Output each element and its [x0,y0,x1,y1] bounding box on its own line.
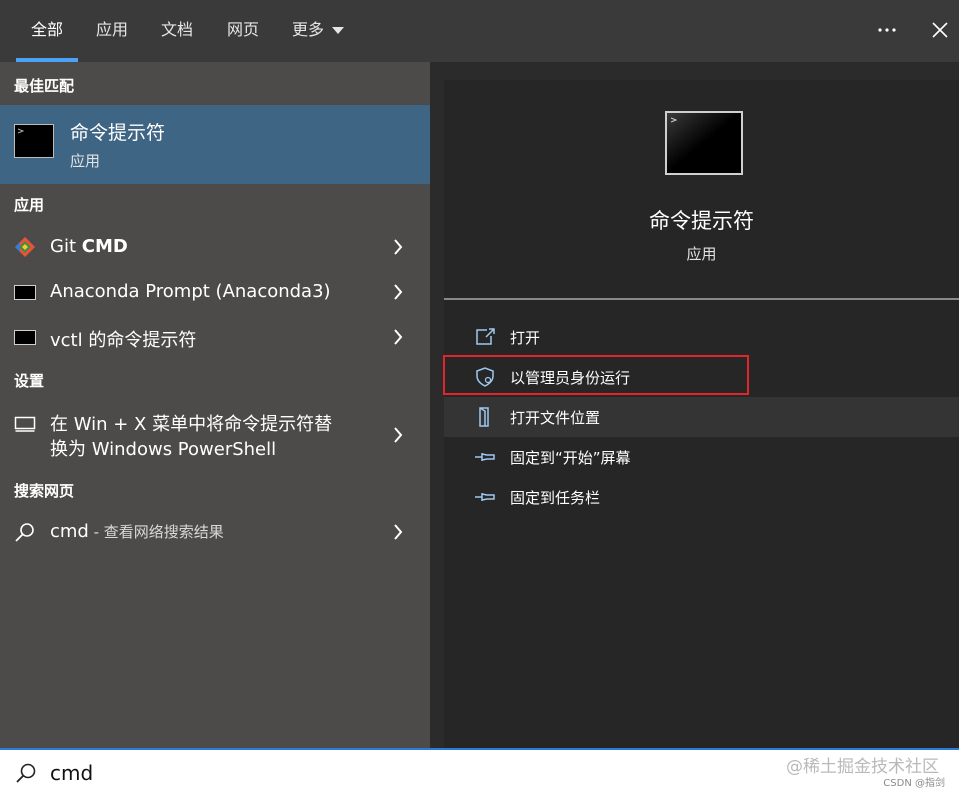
app-item-anaconda[interactable]: Anaconda Prompt (Anaconda3) [0,273,430,311]
action-open[interactable]: 打开 [444,317,959,357]
action-open-file-location-label: 打开文件位置 [510,409,601,427]
action-open-file-location[interactable]: 打开文件位置 [444,397,959,437]
chevron-right-icon[interactable] [392,237,404,257]
action-run-as-admin-label: 以管理员身份运行 [510,369,631,387]
tab-documents[interactable]: 文档 [161,18,193,42]
section-web: 搜索网页 [14,482,75,500]
more-icon[interactable] [875,18,899,42]
best-match-title: 命令提示符 [70,122,166,144]
chevron-right-icon[interactable] [392,327,404,347]
best-match-subtitle: 应用 [70,152,101,170]
git-label-prefix: Git [50,236,82,257]
action-pin-to-start[interactable]: 固定到“开始”屏幕 [444,437,959,477]
pin-icon [474,447,496,467]
file-location-icon [474,407,496,427]
tab-all[interactable]: 全部 [31,18,63,42]
search-input[interactable] [50,758,650,788]
app-item-git-cmd[interactable]: Git CMD [0,228,430,266]
watermark-sub: CSDN @指剑 [883,778,945,789]
terminal-icon [14,330,36,345]
tab-apps[interactable]: 应用 [96,18,128,42]
search-icon [14,521,36,543]
search-header: 全部 应用 文档 网页 更多 [0,0,959,62]
best-match-item[interactable]: 命令提示符 应用 [0,105,430,184]
app-item-anaconda-label: Anaconda Prompt (Anaconda3) [50,281,331,302]
chevron-right-icon[interactable] [392,425,404,445]
preview-title: 命令提示符 [649,209,754,233]
caret-down-icon [332,27,345,34]
action-open-label: 打开 [510,329,541,347]
terminal-icon [14,124,54,158]
search-bar[interactable]: @稀土掘金技术社区 CSDN @指剑 [0,748,959,795]
chevron-right-icon[interactable] [392,522,404,542]
app-item-vctl[interactable]: vctl 的命令提示符 [0,318,430,356]
chevron-right-icon[interactable] [392,282,404,302]
shield-icon [474,367,496,387]
app-item-git-cmd-label: Git CMD [50,236,128,257]
web-item-suffix: - 查看网络搜索结果 [88,523,224,541]
pin-icon [474,487,496,507]
section-apps: 应用 [14,196,45,214]
terminal-icon [665,111,743,175]
action-pin-to-start-label: 固定到“开始”屏幕 [510,449,631,467]
divider [444,298,959,300]
search-icon [14,761,38,785]
git-label-bold: CMD [81,236,128,257]
web-item-query: cmd [50,521,89,542]
settings-item-line2: 换为 Windows PowerShell [50,439,277,460]
tab-web[interactable]: 网页 [227,18,259,42]
action-run-as-admin[interactable]: 以管理员身份运行 [444,357,959,397]
git-icon [14,236,36,258]
settings-item-replace-cmd[interactable]: 在 Win + X 菜单中将命令提示符替 换为 Windows PowerShe… [0,404,430,464]
web-item-label: cmd - 查看网络搜索结果 [50,521,224,542]
action-pin-to-taskbar-label: 固定到任务栏 [510,489,601,507]
terminal-icon [14,285,36,300]
settings-item-line1: 在 Win + X 菜单中将命令提示符替 [50,414,333,435]
open-icon [474,327,496,347]
close-icon[interactable] [928,18,952,42]
preview-subtitle: 应用 [686,245,717,263]
action-pin-to-taskbar[interactable]: 固定到任务栏 [444,477,959,517]
web-item-cmd[interactable]: cmd - 查看网络搜索结果 [0,513,430,551]
tab-more-label: 更多 [292,20,325,39]
app-item-vctl-label: vctl 的命令提示符 [50,330,197,351]
section-settings: 设置 [14,372,45,390]
tab-more[interactable]: 更多 [292,18,345,42]
monitor-icon [14,415,36,433]
section-best-match: 最佳匹配 [14,77,75,95]
